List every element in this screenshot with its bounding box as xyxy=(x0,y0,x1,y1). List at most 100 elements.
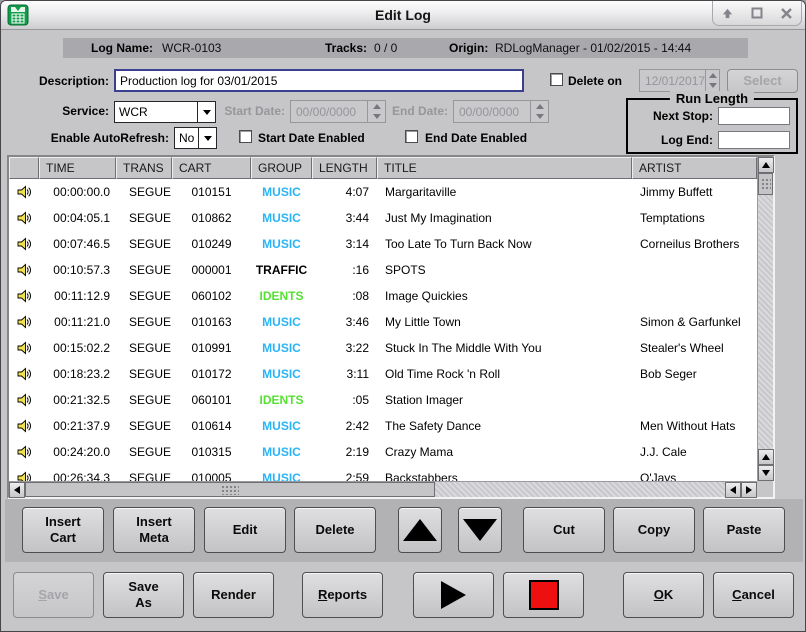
insert-meta-button[interactable]: Insert Meta xyxy=(113,507,195,553)
log-table-row[interactable]: 00:21:32.5 SEGUE 060101 IDENTS :05 Stati… xyxy=(9,387,757,413)
log-table-row[interactable]: 00:24:20.0 SEGUE 010315 MUSIC 2:19 Crazy… xyxy=(9,439,757,465)
copy-button[interactable]: Copy xyxy=(613,507,695,553)
log-table-row[interactable]: 00:07:46.5 SEGUE 010249 MUSIC 3:14 Too L… xyxy=(9,231,757,257)
cell-time: 00:00:00.0 xyxy=(39,185,116,199)
scroll-right-icon[interactable] xyxy=(741,482,757,498)
speaker-icon xyxy=(9,262,39,278)
start-date-enabled-checkbox[interactable] xyxy=(239,130,252,143)
cell-title: Margaritaville xyxy=(377,185,632,199)
column-header-icon[interactable] xyxy=(9,157,39,179)
cell-cart: 010315 xyxy=(172,445,251,459)
cell-artist: Jimmy Buffett xyxy=(632,185,757,199)
speaker-icon xyxy=(9,366,39,382)
scroll-down-icon[interactable] xyxy=(758,465,774,481)
column-header-artist[interactable]: ARTIST xyxy=(632,157,757,179)
insert-cart-button[interactable]: Insert Cart xyxy=(22,507,104,553)
cell-group: MUSIC xyxy=(251,445,312,459)
vertical-scroll-thumb[interactable] xyxy=(758,173,773,195)
cut-button[interactable]: Cut xyxy=(523,507,605,553)
column-header-length[interactable]: LENGTH xyxy=(312,157,377,179)
cell-trans: SEGUE xyxy=(116,419,172,433)
cell-cart: 010172 xyxy=(172,367,251,381)
cell-title: Image Quickies xyxy=(377,289,632,303)
cell-cart: 010614 xyxy=(172,419,251,433)
cancel-button[interactable]: Cancel xyxy=(713,572,794,618)
delete-button[interactable]: Delete xyxy=(294,507,376,553)
log-table-row[interactable]: 00:04:05.1 SEGUE 010862 MUSIC 3:44 Just … xyxy=(9,205,757,231)
cell-trans: SEGUE xyxy=(116,445,172,459)
column-header-title[interactable]: TITLE xyxy=(377,157,632,179)
description-input[interactable]: Production log for 03/01/2015 xyxy=(114,69,524,92)
cell-length: 3:11 xyxy=(312,367,377,381)
column-header-trans[interactable]: TRANS xyxy=(116,157,172,179)
log-table-row[interactable]: 00:21:37.9 SEGUE 010614 MUSIC 2:42 The S… xyxy=(9,413,757,439)
tracks-label: Tracks: xyxy=(325,38,367,58)
log-table-row[interactable]: 00:00:00.0 SEGUE 010151 MUSIC 4:07 Marga… xyxy=(9,179,757,205)
cell-cart: 010163 xyxy=(172,315,251,329)
scroll-up-icon[interactable] xyxy=(758,449,774,465)
next-stop-field xyxy=(718,107,790,125)
column-header-cart[interactable]: CART xyxy=(172,157,251,179)
origin-label: Origin: xyxy=(449,38,488,58)
end-date-enabled-checkbox[interactable] xyxy=(405,130,418,143)
save-as-button[interactable]: Save As xyxy=(103,572,184,618)
column-header-time[interactable]: TIME xyxy=(39,157,116,179)
log-name-label: Log Name: xyxy=(91,38,153,58)
shade-icon[interactable] xyxy=(720,5,736,21)
titlebar: Edit Log xyxy=(1,1,805,30)
cell-cart: 010991 xyxy=(172,341,251,355)
cell-length: 2:19 xyxy=(312,445,377,459)
log-table: TIME TRANS CART GROUP LENGTH TITLE ARTIS… xyxy=(7,155,775,499)
scrollbar-corner xyxy=(757,481,773,497)
scroll-left-icon[interactable] xyxy=(725,482,741,498)
origin-value: RDLogManager - 01/02/2015 - 14:44 xyxy=(495,38,691,58)
log-table-row[interactable]: 00:18:23.2 SEGUE 010172 MUSIC 3:11 Old T… xyxy=(9,361,757,387)
horizontal-scroll-thumb[interactable] xyxy=(25,482,435,497)
autorefresh-combobox[interactable]: No xyxy=(174,127,217,149)
column-header-group[interactable]: GROUP xyxy=(251,157,312,179)
stop-icon xyxy=(529,580,559,610)
scroll-left-icon[interactable] xyxy=(9,482,25,498)
horizontal-scrollbar[interactable] xyxy=(9,481,757,497)
log-table-row[interactable]: 00:15:02.2 SEGUE 010991 MUSIC 3:22 Stuck… xyxy=(9,335,757,361)
cell-time: 00:04:05.1 xyxy=(39,211,116,225)
chevron-down-icon xyxy=(198,128,216,148)
log-table-row[interactable]: 00:10:57.3 SEGUE 000001 TRAFFIC :16 SPOT… xyxy=(9,257,757,283)
edit-button[interactable]: Edit xyxy=(204,507,286,553)
cell-title: Stuck In The Middle With You xyxy=(377,341,632,355)
maximize-icon[interactable] xyxy=(749,5,765,21)
cell-group: MUSIC xyxy=(251,185,312,199)
delete-on-date-spinner: 12/01/2017 xyxy=(639,69,720,92)
move-up-button[interactable] xyxy=(398,507,442,553)
cell-length: 3:44 xyxy=(312,211,377,225)
service-combobox[interactable]: WCR xyxy=(114,101,216,123)
cell-time: 00:21:37.9 xyxy=(39,419,116,433)
cell-trans: SEGUE xyxy=(116,341,172,355)
paste-button[interactable]: Paste xyxy=(703,507,785,553)
save-button: Save xyxy=(13,572,94,618)
cell-artist: Temptations xyxy=(632,211,757,225)
cell-group: MUSIC xyxy=(251,367,312,381)
log-table-header: TIME TRANS CART GROUP LENGTH TITLE ARTIS… xyxy=(9,157,757,179)
vertical-scrollbar[interactable] xyxy=(757,157,773,481)
cell-artist: Corneilus Brothers xyxy=(632,237,757,251)
ok-button[interactable]: OK xyxy=(623,572,704,618)
cell-trans: SEGUE xyxy=(116,315,172,329)
cell-artist: Simon & Garfunkel xyxy=(632,315,757,329)
close-icon[interactable] xyxy=(778,5,794,21)
window-controls xyxy=(712,1,802,26)
reports-button[interactable]: Reports xyxy=(302,572,383,618)
delete-on-checkbox[interactable] xyxy=(550,73,563,86)
scroll-up-icon[interactable] xyxy=(758,157,774,173)
stop-button[interactable] xyxy=(503,572,584,618)
log-table-row[interactable]: 00:11:12.9 SEGUE 060102 IDENTS :08 Image… xyxy=(9,283,757,309)
start-date-label: Start Date: xyxy=(223,104,285,118)
horizontal-scroll-track[interactable] xyxy=(435,482,725,497)
move-down-button[interactable] xyxy=(458,507,502,553)
edit-toolbar-panel: Insert Cart Insert Meta Edit Delete Cut … xyxy=(5,499,803,562)
vertical-scroll-track[interactable] xyxy=(758,195,773,449)
play-button[interactable] xyxy=(413,572,494,618)
log-table-row[interactable]: 00:11:21.0 SEGUE 010163 MUSIC 3:46 My Li… xyxy=(9,309,757,335)
cell-length: 2:42 xyxy=(312,419,377,433)
render-button[interactable]: Render xyxy=(193,572,274,618)
